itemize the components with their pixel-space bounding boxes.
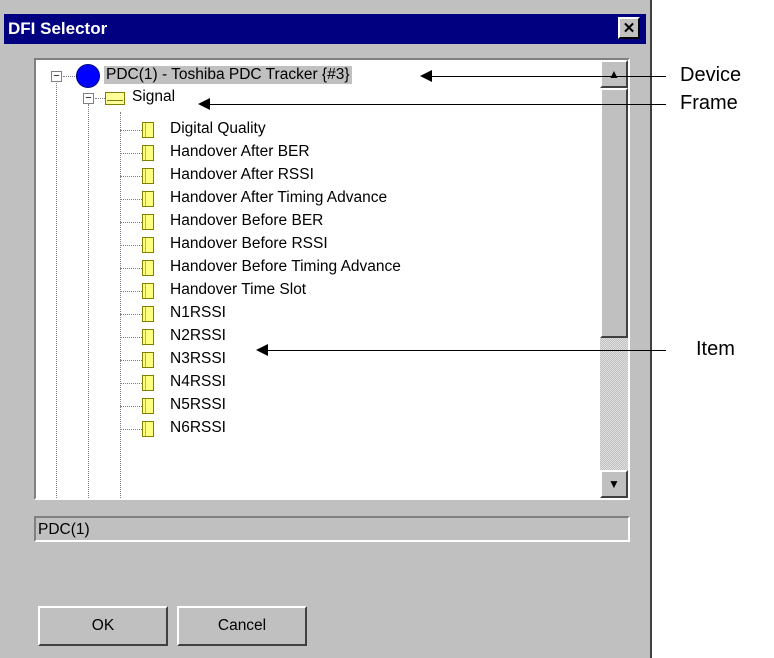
close-button[interactable]: ✕ bbox=[618, 17, 640, 39]
tree-line bbox=[120, 429, 142, 430]
tree-line bbox=[120, 112, 121, 498]
item-icon bbox=[142, 398, 154, 414]
item-icon bbox=[142, 260, 154, 276]
item-icon bbox=[142, 214, 154, 230]
tree-content: − PDC(1) - Toshiba PDC Tracker {#3} − Si… bbox=[36, 60, 600, 498]
item-icon bbox=[142, 421, 154, 437]
tree-line bbox=[95, 98, 105, 99]
tree-line bbox=[120, 153, 142, 154]
tree-line bbox=[120, 268, 142, 269]
tree-view[interactable]: − PDC(1) - Toshiba PDC Tracker {#3} − Si… bbox=[34, 58, 630, 500]
item-icon bbox=[142, 375, 154, 391]
scroll-thumb[interactable] bbox=[600, 88, 628, 338]
item-icon bbox=[142, 329, 154, 345]
callout-device-label: Device bbox=[680, 64, 742, 86]
item-icon bbox=[142, 122, 154, 138]
item-icon bbox=[142, 306, 154, 322]
scroll-down-button[interactable]: ▼ bbox=[600, 470, 628, 498]
callout-frame-label: Frame bbox=[680, 92, 738, 114]
tree-item[interactable]: Handover Time Slot bbox=[168, 281, 308, 299]
item-icon bbox=[142, 283, 154, 299]
tree-item[interactable]: N4RSSI bbox=[168, 373, 228, 391]
tree-item-device[interactable]: PDC(1) - Toshiba PDC Tracker {#3} bbox=[104, 66, 352, 84]
collapse-toggle-frame[interactable]: − bbox=[83, 93, 94, 104]
tree-item[interactable]: Handover After Timing Advance bbox=[168, 189, 389, 207]
item-icon bbox=[142, 168, 154, 184]
window-title: DFI Selector bbox=[8, 19, 108, 38]
arrow-down-icon: ▼ bbox=[608, 477, 620, 491]
tree-line bbox=[120, 130, 142, 131]
tree-item[interactable]: N2RSSI bbox=[168, 327, 228, 345]
tree-item[interactable]: Digital Quality bbox=[168, 120, 268, 138]
title-bar: DFI Selector ✕ bbox=[4, 14, 646, 44]
callout-item-label: Item bbox=[696, 338, 735, 360]
scroll-up-button[interactable]: ▲ bbox=[600, 60, 628, 88]
dfi-selector-dialog: DFI Selector ✕ − PDC(1) - Toshiba PDC Tr… bbox=[0, 0, 652, 658]
tree-line bbox=[120, 199, 142, 200]
tree-line bbox=[120, 360, 142, 361]
tree-line bbox=[120, 245, 142, 246]
selection-field: PDC(1) bbox=[34, 516, 630, 542]
tree-item-frame[interactable]: Signal bbox=[130, 88, 177, 106]
item-icon bbox=[142, 352, 154, 368]
tree-item[interactable]: N1RSSI bbox=[168, 304, 228, 322]
tree-line bbox=[120, 291, 142, 292]
tree-item[interactable]: Handover Before Timing Advance bbox=[168, 258, 403, 276]
tree-item[interactable]: N3RSSI bbox=[168, 350, 228, 368]
tree-item[interactable]: Handover Before RSSI bbox=[168, 235, 330, 253]
envelope-icon bbox=[105, 92, 125, 105]
cancel-button[interactable]: Cancel bbox=[177, 606, 307, 646]
device-circle-icon bbox=[76, 64, 100, 88]
arrow-up-icon: ▲ bbox=[608, 67, 620, 81]
collapse-toggle-device[interactable]: − bbox=[51, 71, 62, 82]
frame-callout-line bbox=[208, 104, 666, 105]
tree-line bbox=[120, 383, 142, 384]
tree-line bbox=[120, 314, 142, 315]
item-icon bbox=[142, 237, 154, 253]
tree-line bbox=[120, 222, 142, 223]
device-callout-line bbox=[430, 76, 666, 77]
tree-line bbox=[88, 104, 89, 498]
item-icon bbox=[142, 145, 154, 161]
item-callout-line bbox=[266, 350, 666, 351]
tree-line bbox=[63, 76, 77, 77]
tree-item[interactable]: Handover After RSSI bbox=[168, 166, 316, 184]
ok-button[interactable]: OK bbox=[38, 606, 168, 646]
tree-item[interactable]: N5RSSI bbox=[168, 396, 228, 414]
tree-item[interactable]: Handover Before BER bbox=[168, 212, 325, 230]
tree-item[interactable]: Handover After BER bbox=[168, 143, 312, 161]
tree-line bbox=[56, 78, 57, 498]
close-icon: ✕ bbox=[622, 19, 636, 37]
tree-item[interactable]: N6RSSI bbox=[168, 419, 228, 437]
item-icon bbox=[142, 191, 154, 207]
tree-line bbox=[120, 406, 142, 407]
tree-line bbox=[120, 176, 142, 177]
vertical-scrollbar[interactable]: ▲ ▼ bbox=[600, 60, 628, 498]
tree-line bbox=[120, 337, 142, 338]
